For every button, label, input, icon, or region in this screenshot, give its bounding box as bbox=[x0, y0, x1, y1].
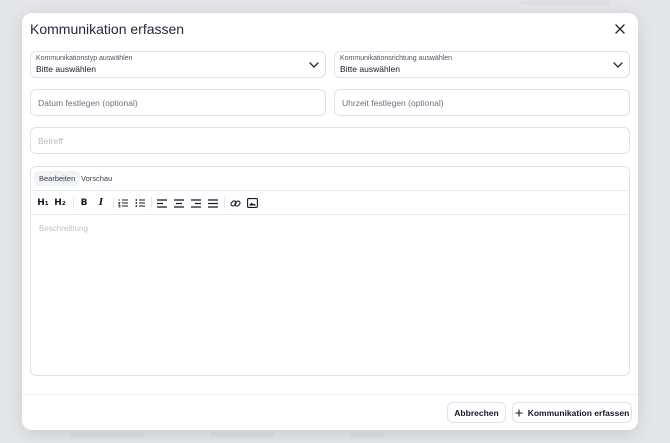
select-value: Bitte auswählen bbox=[340, 64, 401, 74]
date-placeholder: Datum festlegen (optional) bbox=[38, 98, 138, 108]
communication-type-select[interactable]: Kommunikationstyp auswählen Bitte auswäh… bbox=[30, 51, 326, 78]
subject-field[interactable]: Betreff bbox=[30, 127, 630, 154]
communication-direction-select[interactable]: Kommunikationsrichtung auswählen Bitte a… bbox=[334, 51, 630, 78]
image-icon bbox=[246, 198, 258, 208]
align-center-icon bbox=[174, 198, 184, 208]
bullet-list-button[interactable] bbox=[133, 196, 147, 210]
close-button[interactable] bbox=[612, 21, 628, 37]
link-icon bbox=[229, 199, 241, 207]
description-input[interactable]: Beschreibung bbox=[39, 224, 88, 233]
close-icon bbox=[615, 24, 625, 34]
time-placeholder: Uhrzeit festlegen (optional) bbox=[342, 98, 444, 108]
time-field[interactable]: Uhrzeit festlegen (optional) bbox=[334, 89, 630, 116]
modal-title: Kommunikation erfassen bbox=[30, 21, 185, 37]
chevron-down-icon bbox=[309, 62, 319, 68]
align-justify-button[interactable] bbox=[206, 196, 220, 210]
select-label: Kommunikationstyp auswählen bbox=[36, 55, 133, 62]
bold-icon: B bbox=[80, 198, 88, 208]
ordered-list-button[interactable] bbox=[116, 196, 130, 210]
toolbar-divider bbox=[113, 197, 114, 209]
tab-preview[interactable]: Vorschau bbox=[76, 171, 117, 186]
align-left-button[interactable] bbox=[155, 196, 169, 210]
description-editor: Bearbeiten Vorschau H₁ H₂ B I Beschreibu… bbox=[30, 166, 630, 376]
submit-label: Kommunikation erfassen bbox=[527, 407, 630, 418]
align-left-icon bbox=[157, 198, 167, 208]
editor-toolbar: H₁ H₂ B I bbox=[31, 191, 629, 215]
modal-dialog: Kommunikation erfassen Kommunikationstyp… bbox=[22, 13, 638, 430]
align-center-button[interactable] bbox=[172, 196, 186, 210]
italic-icon: I bbox=[98, 198, 104, 208]
select-label: Kommunikationsrichtung auswählen bbox=[340, 55, 453, 62]
align-right-button[interactable] bbox=[189, 196, 203, 210]
toolbar-divider bbox=[151, 197, 152, 209]
heading2-button[interactable]: H₂ bbox=[53, 196, 67, 210]
cancel-button[interactable]: Abbrechen bbox=[447, 402, 506, 423]
select-value: Bitte auswählen bbox=[36, 64, 97, 74]
align-justify-icon bbox=[208, 198, 218, 208]
heading1-button[interactable]: H₁ bbox=[36, 196, 50, 210]
subject-placeholder: Betreff bbox=[38, 136, 63, 146]
heading1-icon: H₁ bbox=[37, 198, 49, 208]
footer-divider bbox=[22, 394, 638, 395]
bold-button[interactable]: B bbox=[77, 196, 91, 210]
date-field[interactable]: Datum festlegen (optional) bbox=[30, 89, 326, 116]
tab-edit[interactable]: Bearbeiten bbox=[34, 171, 81, 186]
bullet-list-icon bbox=[134, 199, 145, 207]
align-right-icon bbox=[191, 198, 201, 208]
cancel-label: Abbrechen bbox=[454, 407, 499, 418]
chevron-down-icon bbox=[613, 62, 623, 68]
ordered-list-icon bbox=[117, 199, 128, 208]
plus-icon bbox=[515, 409, 523, 416]
italic-button[interactable]: I bbox=[94, 196, 108, 210]
link-button[interactable] bbox=[228, 196, 242, 210]
toolbar-divider bbox=[224, 197, 225, 209]
image-button[interactable] bbox=[245, 196, 259, 210]
heading2-icon: H₂ bbox=[54, 198, 66, 208]
submit-button[interactable]: Kommunikation erfassen bbox=[512, 402, 632, 423]
editor-tabs: Bearbeiten Vorschau bbox=[31, 167, 629, 191]
toolbar-divider bbox=[73, 197, 74, 209]
